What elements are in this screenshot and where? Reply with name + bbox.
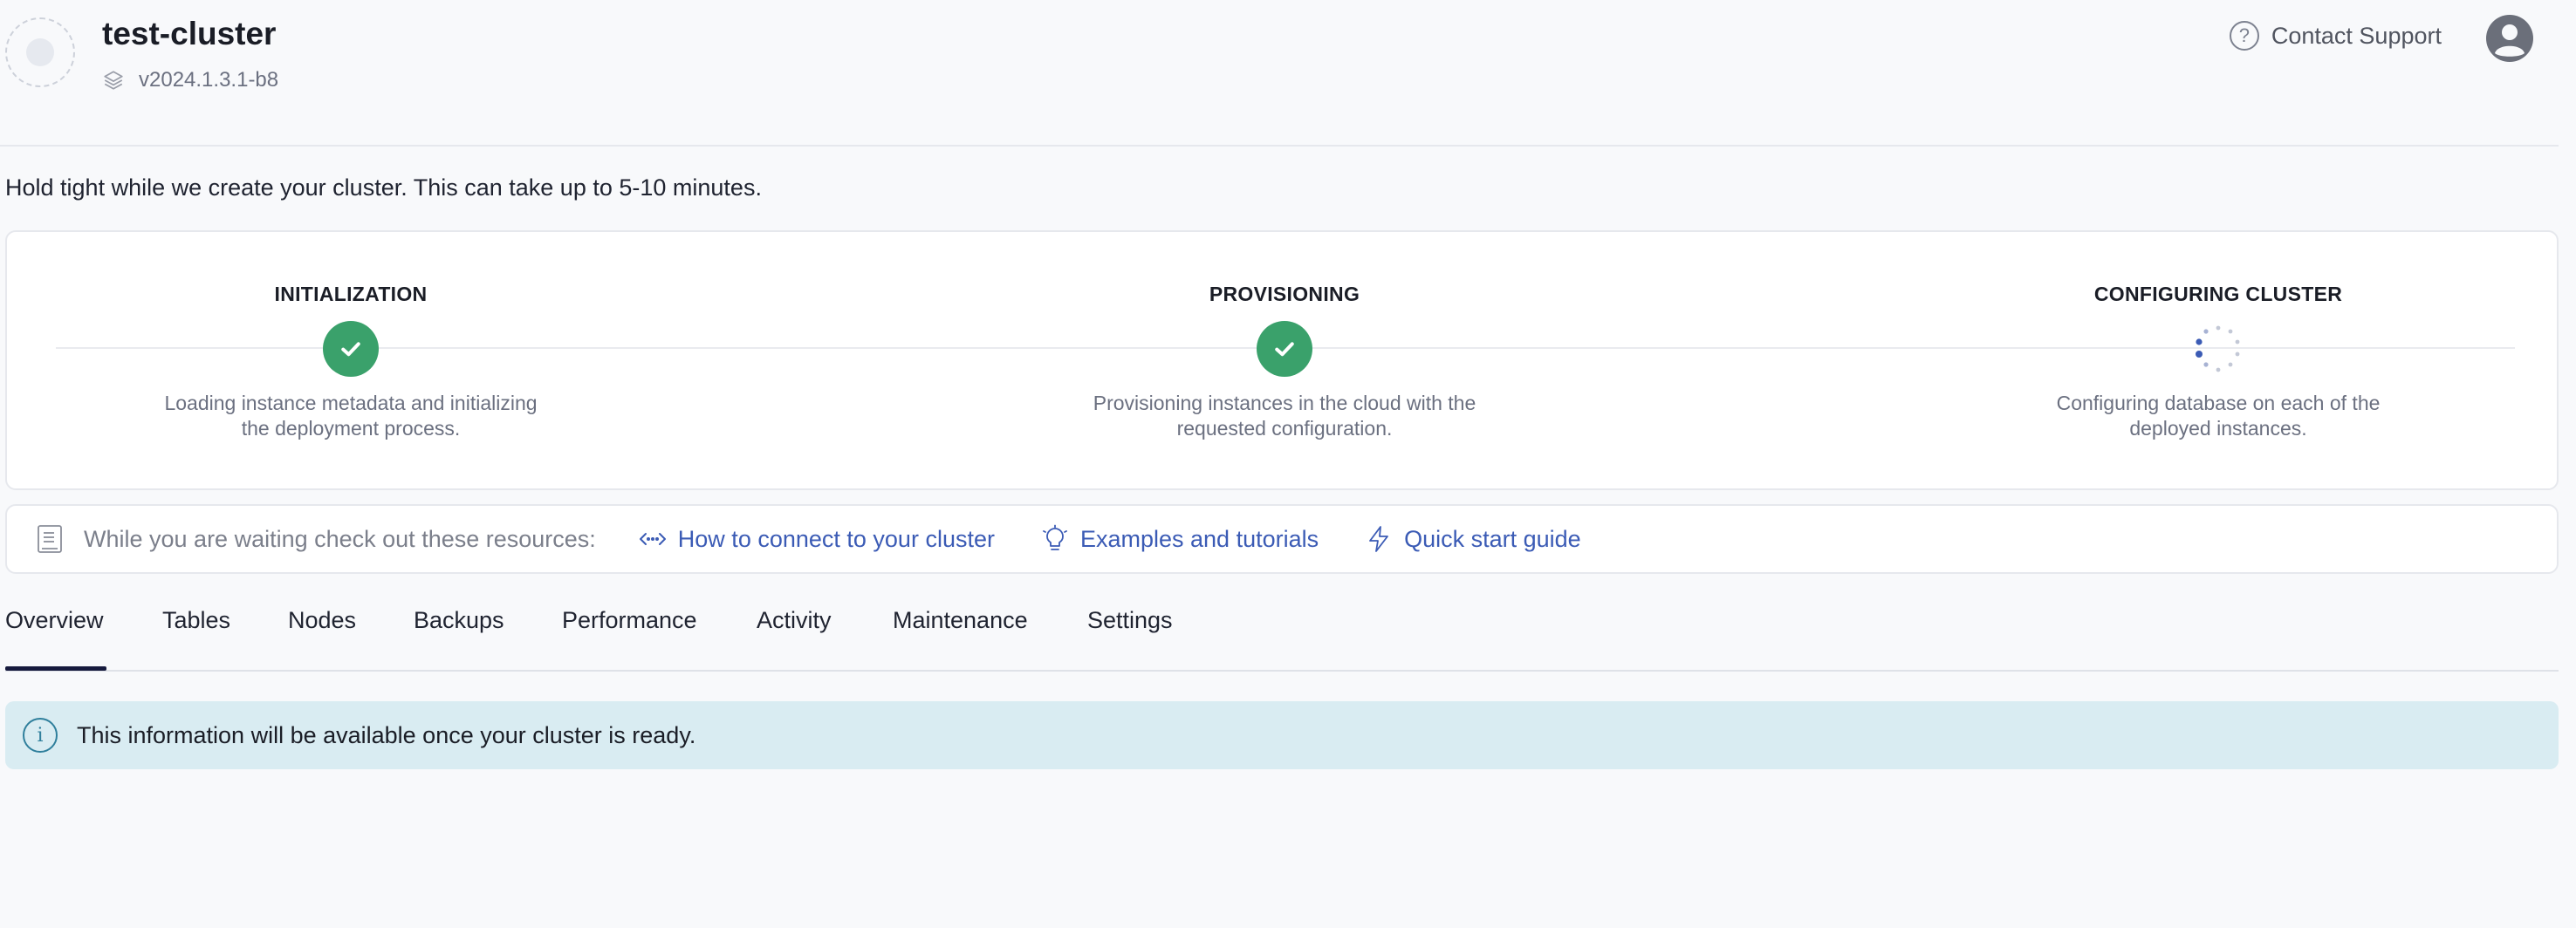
step-description: Configuring database on each of the depl…: [2056, 392, 2381, 440]
lightbulb-icon: [1043, 524, 1067, 550]
step-title: INITIALIZATION: [274, 283, 428, 305]
tab-activity[interactable]: Activity: [757, 607, 832, 634]
help-icon: ?: [2229, 21, 2259, 51]
lightning-icon: [1369, 526, 1389, 552]
tab-tables[interactable]: Tables: [162, 607, 230, 634]
contact-support-label: Contact Support: [2271, 22, 2442, 49]
code-connect-icon: [639, 533, 666, 545]
tab-nodes[interactable]: Nodes: [288, 607, 356, 634]
link-quick-start-guide[interactable]: Quick start guide: [1364, 524, 1581, 554]
tab-settings[interactable]: Settings: [1087, 607, 1173, 634]
step-description: Provisioning instances in the cloud with…: [1093, 392, 1476, 440]
step-description: Loading instance metadata and initializi…: [164, 392, 538, 440]
contact-support-button[interactable]: ? Contact Support: [2229, 21, 2442, 51]
tab-overview[interactable]: Overview: [5, 607, 104, 634]
status-message: Hold tight while we create your cluster.…: [5, 174, 762, 201]
tab-performance[interactable]: Performance: [562, 607, 697, 634]
link-how-to-connect[interactable]: How to connect to your cluster: [638, 524, 995, 554]
layers-icon: [104, 71, 123, 90]
info-banner-text: This information will be available once …: [77, 721, 696, 748]
header-divider: [0, 145, 2559, 147]
tabs-divider: [5, 670, 2559, 672]
step-title: CONFIGURING CLUSTER: [2093, 283, 2343, 305]
cluster-name: test-cluster: [102, 16, 277, 51]
cluster-avatar: [5, 17, 75, 87]
version-row: v2024.1.3.1-b8: [102, 68, 278, 92]
info-icon: i: [23, 718, 58, 753]
document-icon: [38, 525, 62, 553]
link-examples-tutorials[interactable]: Examples and tutorials: [1040, 524, 1319, 554]
page-header: test-cluster v2024.1.3.1-b8 ? Contact Su…: [0, 0, 2576, 147]
cluster-tabs: Overview Tables Nodes Backups Performanc…: [0, 602, 2559, 673]
active-tab-indicator: [5, 666, 106, 671]
resources-label: While you are waiting check out these re…: [84, 525, 596, 552]
loading-spinner-icon: [2196, 325, 2240, 372]
resources-bar: While you are waiting check out these re…: [5, 504, 2559, 574]
check-circle-icon: [323, 321, 379, 377]
progress-steps-card: INITIALIZATION Loading instance metadata…: [5, 230, 2559, 490]
tab-maintenance[interactable]: Maintenance: [893, 607, 1028, 634]
check-circle-icon: [1257, 321, 1312, 377]
version-label: v2024.1.3.1-b8: [139, 68, 279, 92]
user-avatar-icon[interactable]: [2485, 14, 2534, 63]
info-banner: i This information will be available onc…: [5, 701, 2559, 769]
step-title: PROVISIONING: [1209, 283, 1360, 305]
tab-backups[interactable]: Backups: [414, 607, 504, 634]
